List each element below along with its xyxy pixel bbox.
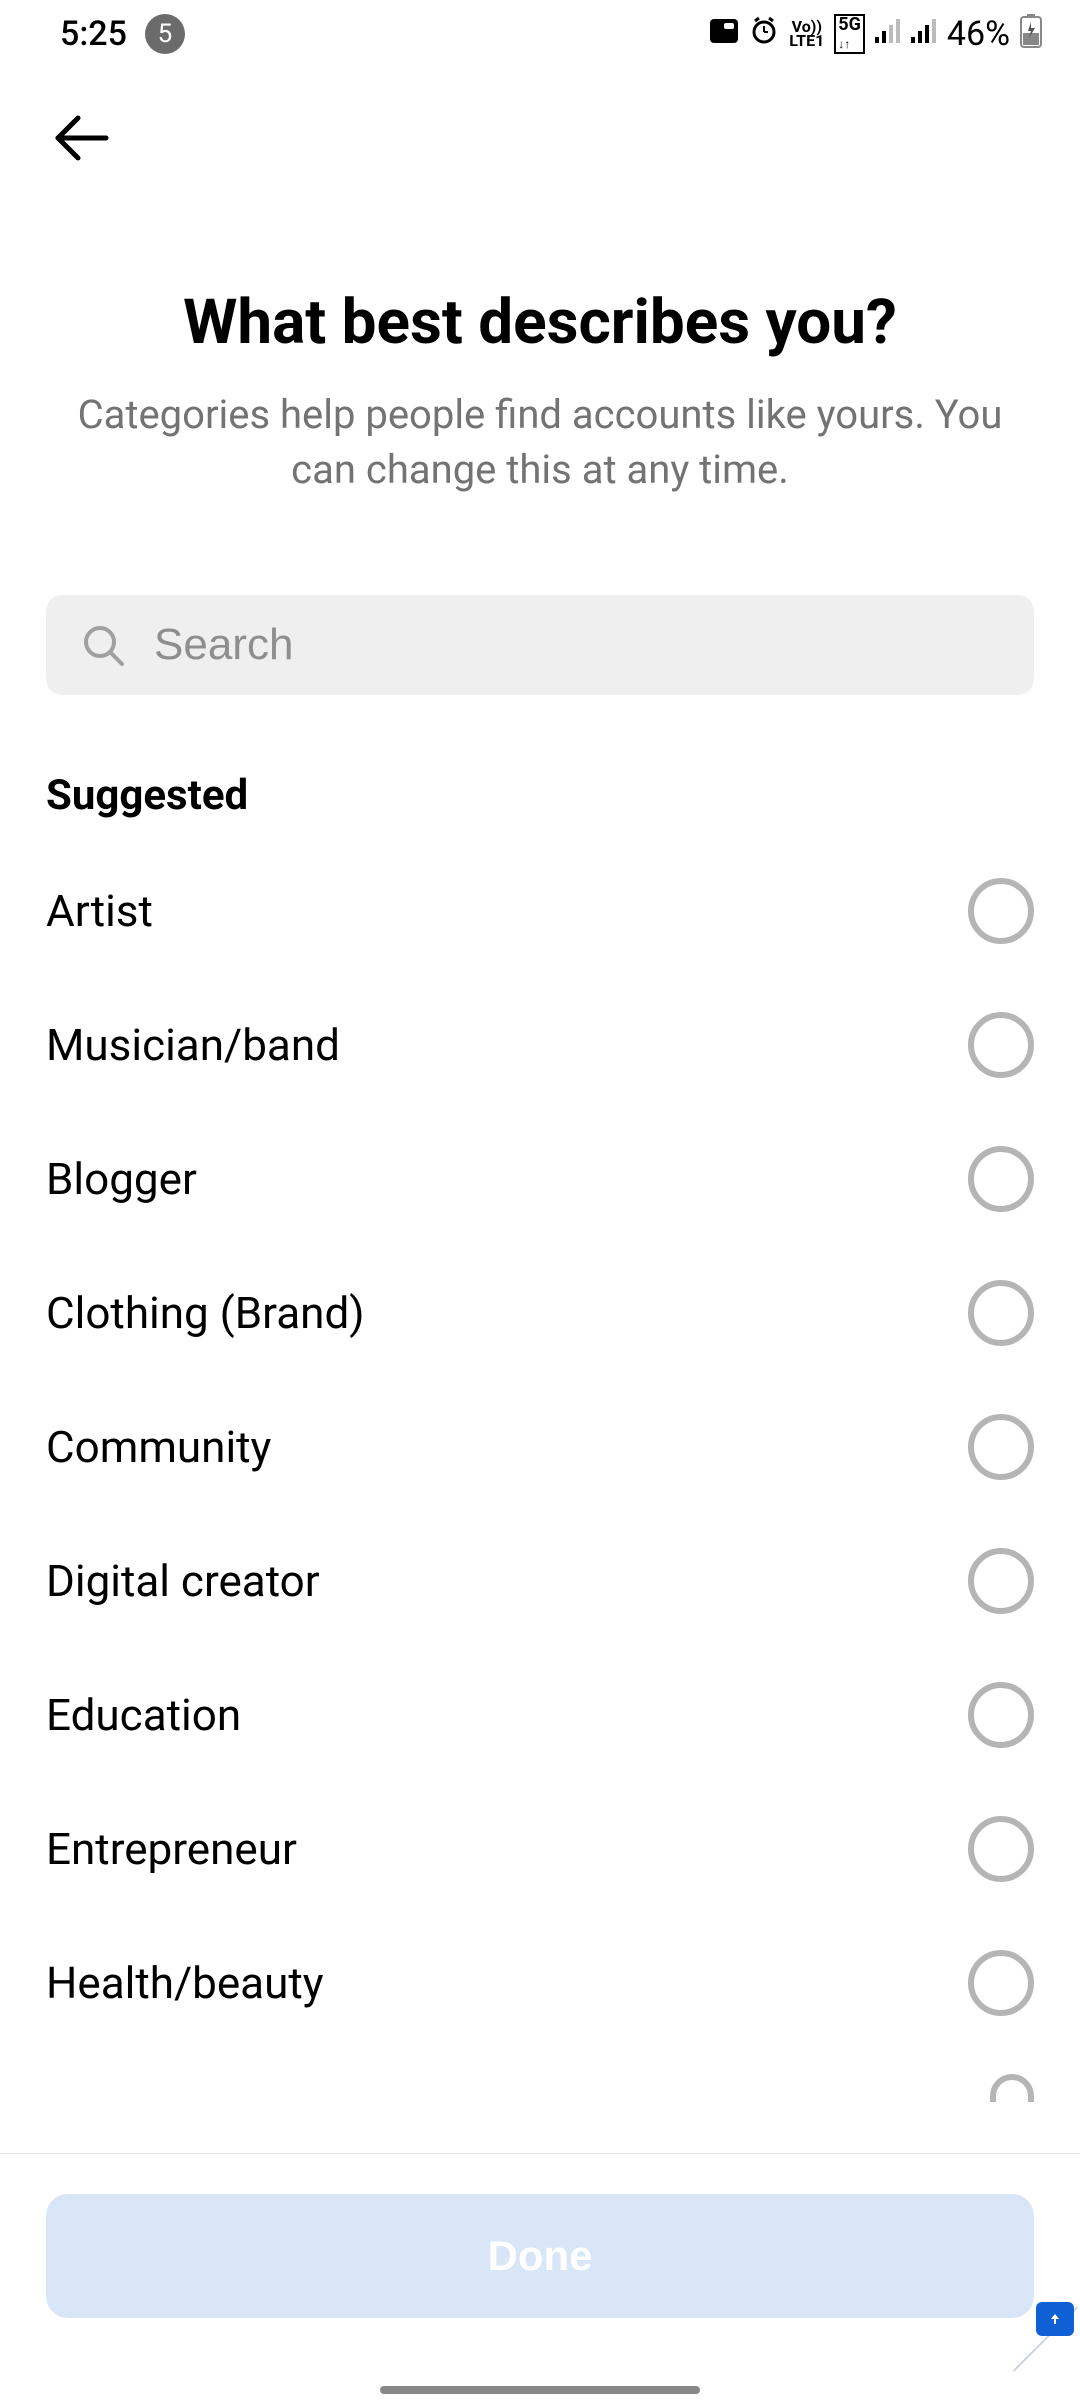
upload-icon	[1047, 2311, 1063, 2327]
radio-icon	[968, 1280, 1034, 1346]
floating-upload-badge[interactable]	[1036, 2302, 1074, 2336]
status-bar: 5:25 5 Vo))LTE1 5G↓↑ 46%	[0, 0, 1080, 68]
category-label: Clothing (Brand)	[46, 1287, 365, 1339]
radio-icon	[968, 1816, 1034, 1882]
alarm-icon	[749, 16, 779, 53]
radio-icon	[990, 2074, 1034, 2102]
card-icon	[709, 18, 739, 51]
search-input[interactable]	[154, 620, 998, 670]
status-time: 5:25	[60, 14, 127, 54]
radio-icon	[968, 1548, 1034, 1614]
category-label: Health/beauty	[46, 1957, 324, 2009]
category-education[interactable]: Education	[46, 1648, 1034, 1782]
suggested-list: Artist Musician/band Blogger Clothing (B…	[0, 844, 1080, 2100]
search-icon	[82, 624, 124, 666]
radio-icon	[968, 1950, 1034, 2016]
radio-icon	[968, 1146, 1034, 1212]
5g-icon: 5G↓↑	[834, 14, 865, 54]
radio-icon	[968, 1414, 1034, 1480]
category-blogger[interactable]: Blogger	[46, 1112, 1034, 1246]
back-button[interactable]	[50, 108, 110, 168]
category-entrepreneur[interactable]: Entrepreneur	[46, 1782, 1034, 1916]
radio-icon	[968, 878, 1034, 944]
category-clothing-brand[interactable]: Clothing (Brand)	[46, 1246, 1034, 1380]
radio-icon	[968, 1012, 1034, 1078]
volte-icon: Vo))LTE1	[789, 20, 824, 49]
radio-icon	[968, 1682, 1034, 1748]
app-header	[0, 68, 1080, 168]
category-label: Musician/band	[46, 1019, 340, 1071]
category-health-beauty[interactable]: Health/beauty	[46, 1916, 1034, 2050]
category-label: Community	[46, 1421, 271, 1473]
search-box[interactable]	[46, 595, 1034, 695]
category-label: Education	[46, 1689, 241, 1741]
battery-percent: 46%	[947, 14, 1010, 54]
signal-icon-2	[911, 19, 937, 50]
signal-icon-1	[875, 19, 901, 50]
category-label: Digital creator	[46, 1555, 320, 1607]
category-musician-band[interactable]: Musician/band	[46, 978, 1034, 1112]
category-community[interactable]: Community	[46, 1380, 1034, 1514]
category-artist[interactable]: Artist	[46, 844, 1034, 978]
done-button[interactable]: Done	[46, 2194, 1034, 2318]
category-label: Artist	[46, 885, 153, 937]
footer: Done	[0, 2153, 1080, 2408]
page-title: What best describes you?	[60, 286, 1020, 359]
nav-handle[interactable]	[380, 2386, 700, 2394]
suggested-header: Suggested	[0, 695, 1080, 844]
battery-icon	[1020, 14, 1042, 55]
category-partial[interactable]	[46, 2050, 1034, 2100]
arrow-left-icon	[50, 108, 110, 168]
notification-count-badge: 5	[145, 14, 185, 54]
page-subtitle: Categories help people find accounts lik…	[60, 387, 1020, 497]
category-label: Entrepreneur	[46, 1823, 297, 1875]
category-label: Blogger	[46, 1153, 197, 1205]
category-digital-creator[interactable]: Digital creator	[46, 1514, 1034, 1648]
